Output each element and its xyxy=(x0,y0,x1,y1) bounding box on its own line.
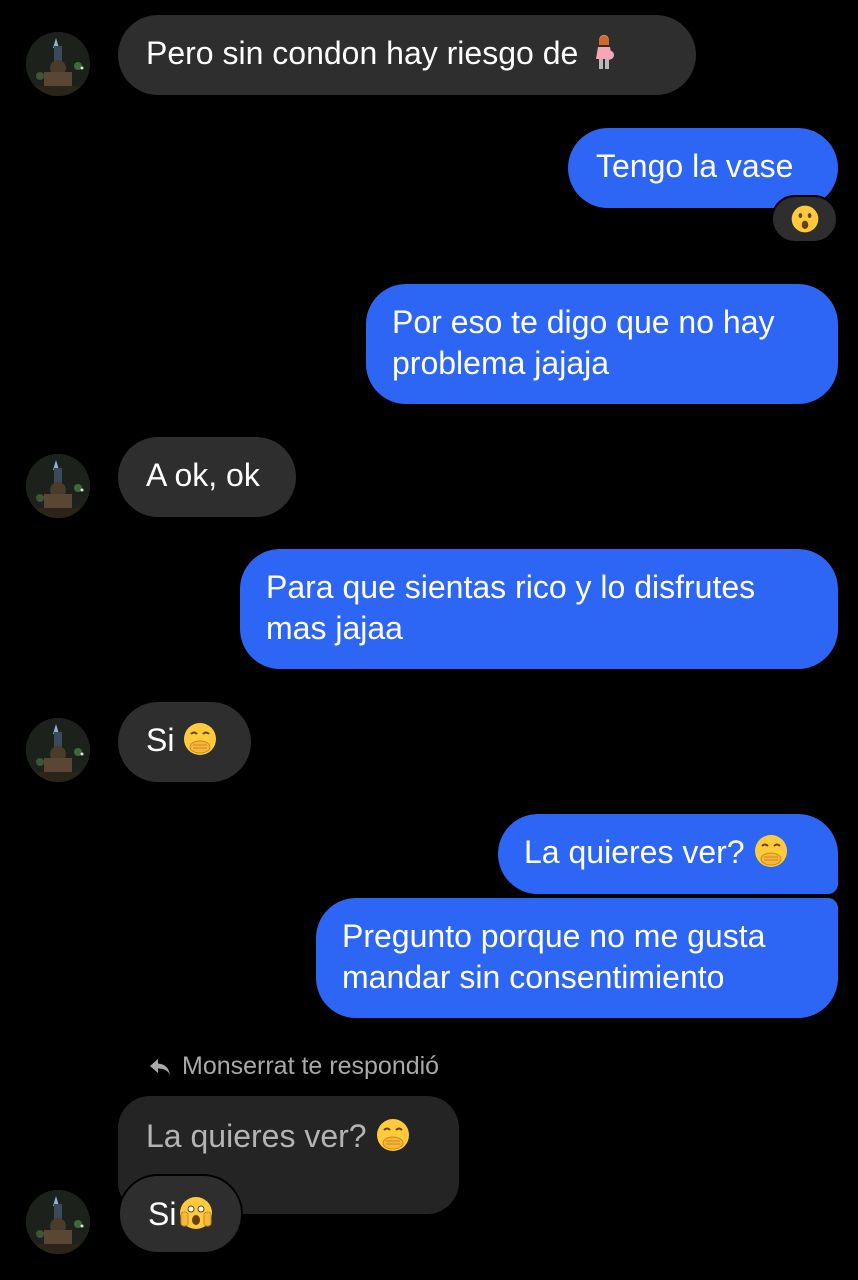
face-with-hand-over-mouth-emoji-icon xyxy=(182,721,218,757)
outgoing-message-bubble[interactable]: Para que sientas rico y lo disfrutes mas… xyxy=(240,549,838,669)
incoming-message-bubble[interactable]: A ok, ok xyxy=(118,437,296,517)
face-screaming-with-hands-emoji-icon xyxy=(178,1195,214,1231)
outgoing-message-bubble[interactable]: La quieres ver? xyxy=(498,814,838,894)
message-text-line: mandar sin consentimiento xyxy=(342,959,725,995)
outgoing-message-bubble[interactable]: Por eso te digo que no hay problema jaja… xyxy=(366,284,838,404)
contact-avatar[interactable] xyxy=(26,454,90,518)
incoming-message-bubble[interactable]: Pero sin condon hay riesgo de xyxy=(118,15,696,95)
contact-avatar[interactable] xyxy=(26,32,90,96)
outgoing-message-bubble[interactable]: Pregunto porque no me gusta mandar sin c… xyxy=(316,898,838,1018)
contact-avatar[interactable] xyxy=(26,718,90,782)
message-text: Tengo la vase xyxy=(596,148,794,184)
reply-label-text: Monserrat te respondió xyxy=(182,1052,440,1080)
pregnant-woman-emoji-icon xyxy=(586,34,622,70)
message-text-line: Pregunto porque no me gusta xyxy=(342,918,766,954)
contact-avatar[interactable] xyxy=(26,1190,90,1254)
message-reaction[interactable] xyxy=(771,195,838,243)
message-text: Si xyxy=(146,722,175,758)
reply-indicator: Monserrat te respondió xyxy=(148,1052,439,1081)
face-with-hand-over-mouth-emoji-icon xyxy=(753,833,789,869)
message-text-line: problema jajaja xyxy=(392,345,610,381)
face-with-hand-over-mouth-emoji-icon xyxy=(375,1117,411,1153)
incoming-message-bubble[interactable]: Si xyxy=(118,702,251,782)
message-text-line: Para que sientas rico y lo disfrutes xyxy=(266,569,756,605)
incoming-message-bubble[interactable]: Si xyxy=(118,1174,243,1254)
surprised-face-emoji-icon xyxy=(790,204,820,234)
message-text: La quieres ver? xyxy=(524,834,745,870)
quoted-message-text: La quieres ver? xyxy=(146,1118,367,1154)
message-text: Si xyxy=(148,1196,177,1232)
message-text-line: Por eso te digo que no hay xyxy=(392,304,775,340)
message-text-line: mas jajaa xyxy=(266,610,403,646)
reply-arrow-icon xyxy=(150,1058,170,1075)
message-text: Pero sin condon hay riesgo de xyxy=(146,35,579,71)
message-text: A ok, ok xyxy=(146,457,260,493)
